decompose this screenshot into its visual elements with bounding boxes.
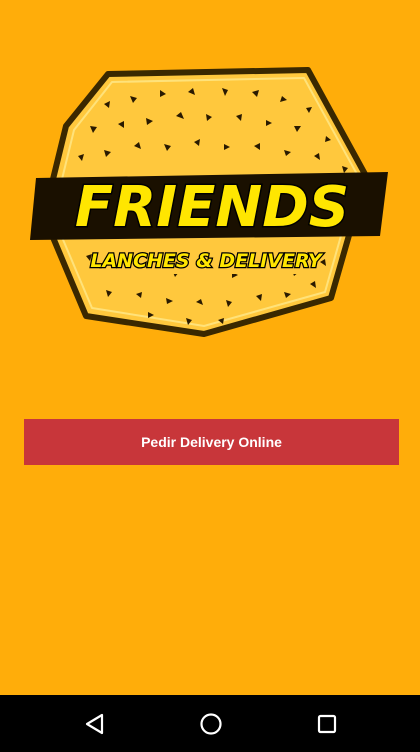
splash-screen: FRIENDS LANCHES & DELIVERY Pedir Deliver… bbox=[0, 0, 420, 752]
recents-square-icon bbox=[317, 714, 337, 734]
home-circle-icon bbox=[200, 713, 222, 735]
logo-brand-text: FRIENDS bbox=[30, 172, 388, 242]
order-delivery-button[interactable]: Pedir Delivery Online bbox=[24, 419, 399, 465]
system-nav-bar bbox=[0, 695, 420, 752]
recents-button[interactable] bbox=[311, 708, 343, 740]
logo-tagline: LANCHES & DELIVERY bbox=[90, 250, 324, 272]
friends-logo: FRIENDS LANCHES & DELIVERY bbox=[30, 67, 388, 337]
logo-brand: FRIENDS bbox=[75, 175, 349, 240]
back-triangle-icon bbox=[85, 713, 104, 735]
back-button[interactable] bbox=[79, 708, 111, 740]
home-button[interactable] bbox=[195, 708, 227, 740]
logo-tagline-group: LANCHES & DELIVERY bbox=[89, 244, 325, 274]
